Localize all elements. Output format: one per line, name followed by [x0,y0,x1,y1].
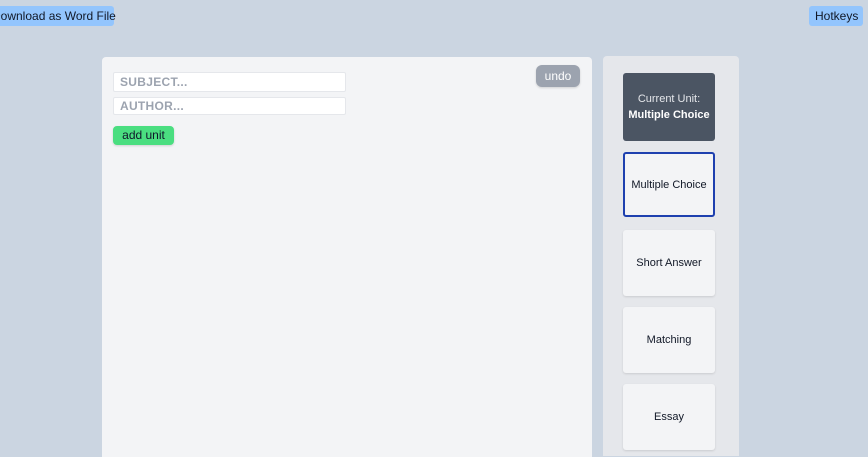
unit-sidebar: Current Unit: Multiple Choice Multiple C… [603,56,739,456]
download-word-button[interactable]: Download as Word File [0,6,116,26]
editor-panel: add unit undo [102,57,592,457]
unit-multiple-choice[interactable]: Multiple Choice [623,152,715,217]
unit-label: Essay [654,411,684,423]
current-unit-label: Current Unit: [637,93,701,105]
unit-label: Short Answer [636,257,702,269]
hotkeys-button[interactable]: Hotkeys [809,6,863,26]
author-input[interactable] [113,97,346,115]
unit-label: Matching [646,334,692,346]
unit-label: Multiple Choice [631,178,707,191]
unit-matching[interactable]: Matching [623,307,715,373]
add-unit-button[interactable]: add unit [113,126,174,145]
unit-essay[interactable]: Essay [623,384,715,450]
undo-button[interactable]: undo [536,65,580,87]
current-unit-card: Current Unit: Multiple Choice [623,73,715,141]
unit-short-answer[interactable]: Short Answer [623,230,715,296]
current-unit-value: Multiple Choice [628,109,710,121]
subject-input[interactable] [113,72,346,92]
